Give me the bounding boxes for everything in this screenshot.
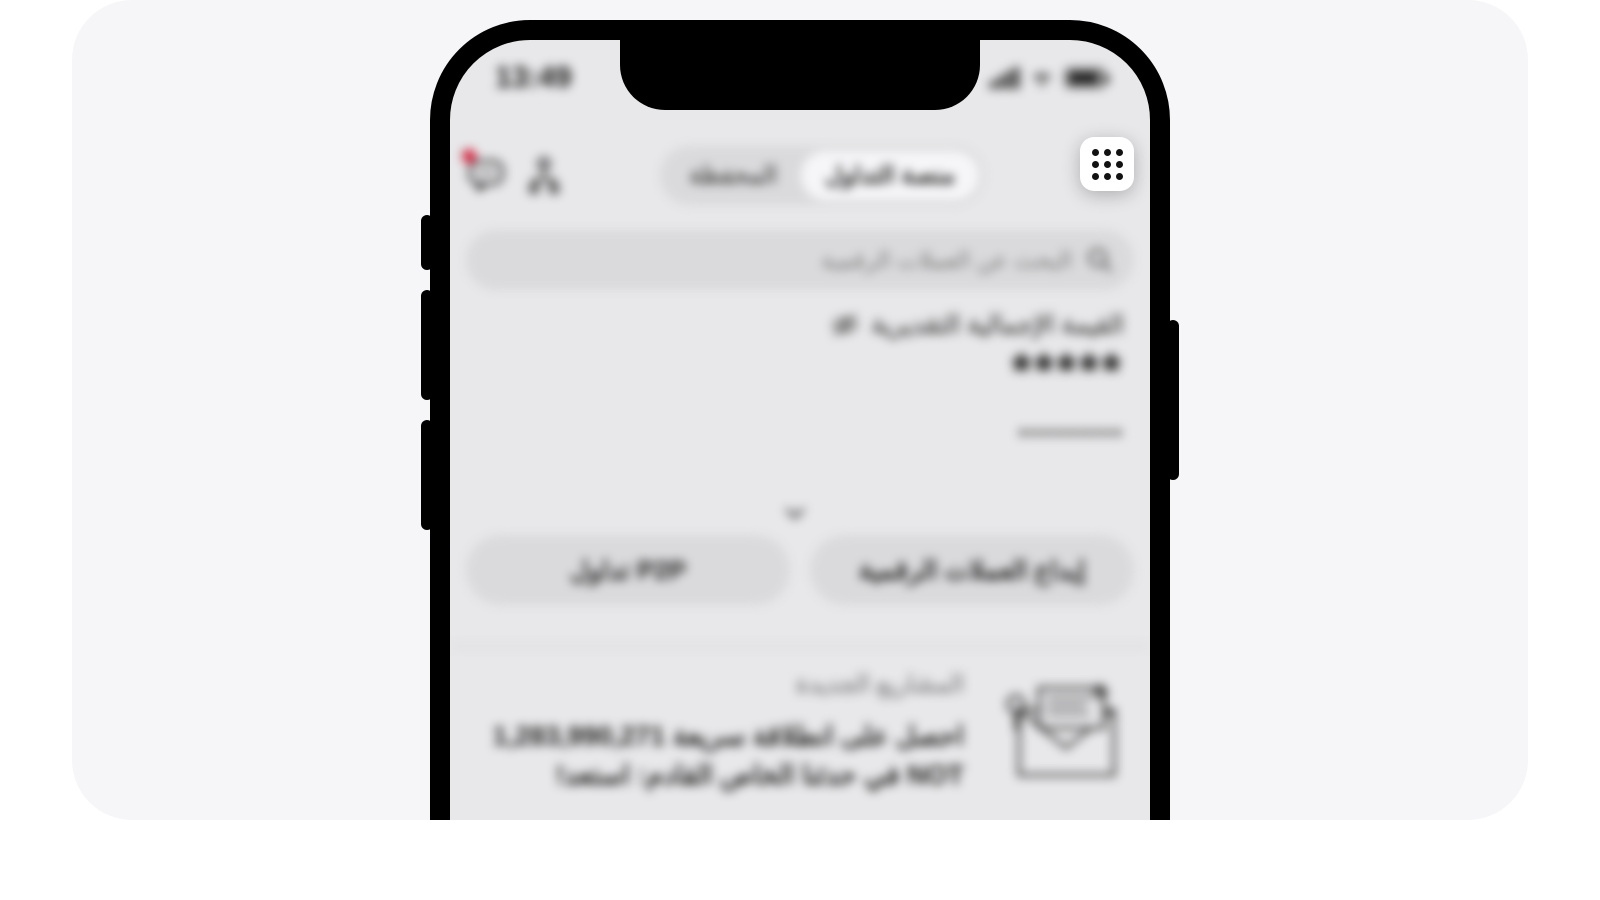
apps-grid-icon [1092,149,1123,180]
top-bar: المحفظة منصة التداول [450,135,1150,215]
battery-icon [1065,68,1105,88]
network-icon[interactable] [524,155,564,195]
promo-card[interactable]: المشاريع الجديدة احصل على انطلاقة سريعة … [466,670,1134,795]
deposit-crypto-button[interactable]: إيداع العملات الرقمية [810,535,1134,605]
eye-off-icon[interactable] [831,311,859,339]
search-input[interactable]: البحث عن العملات الرقمية [466,230,1134,290]
section-divider [450,645,1150,647]
search-placeholder: البحث عن العملات الرقمية [821,247,1072,274]
action-row: تداول P2P إيداع العملات الرقمية [466,535,1134,605]
search-icon [1086,246,1114,274]
status-time: 13:49 [495,61,572,95]
notification-dot-icon [462,149,476,163]
cellular-signal-icon [990,67,1019,89]
balance-sub-masked: ********** [466,424,1124,450]
balance-label: القيمة الإجمالية التقديرية [871,310,1124,340]
phone-notch [620,40,980,110]
p2p-trade-button[interactable]: تداول P2P [466,535,790,605]
chevron-down-icon[interactable] [782,500,808,526]
tab-wallet[interactable]: المحفظة [665,151,801,200]
tab-exchange[interactable]: منصة التداول [801,151,979,200]
promo-headline: احصل على انطلاقة سريعة 1,283,990,271 NOT… [466,717,964,795]
balance-section: القيمة الإجمالية التقديرية ***** *******… [466,310,1134,531]
envelope-promo-icon [994,670,1134,790]
promo-section-title: المشاريع الجديدة [466,670,964,699]
balance-main-masked: ***** [466,346,1124,396]
apps-menu-button[interactable] [1080,137,1134,191]
view-segmented-control: المحفظة منصة التداول [660,146,984,205]
wifi-icon [1029,68,1055,88]
app-screen: 13:49 [450,40,1150,820]
page-background: 13:49 [72,0,1528,820]
phone-frame: 13:49 [430,20,1170,820]
